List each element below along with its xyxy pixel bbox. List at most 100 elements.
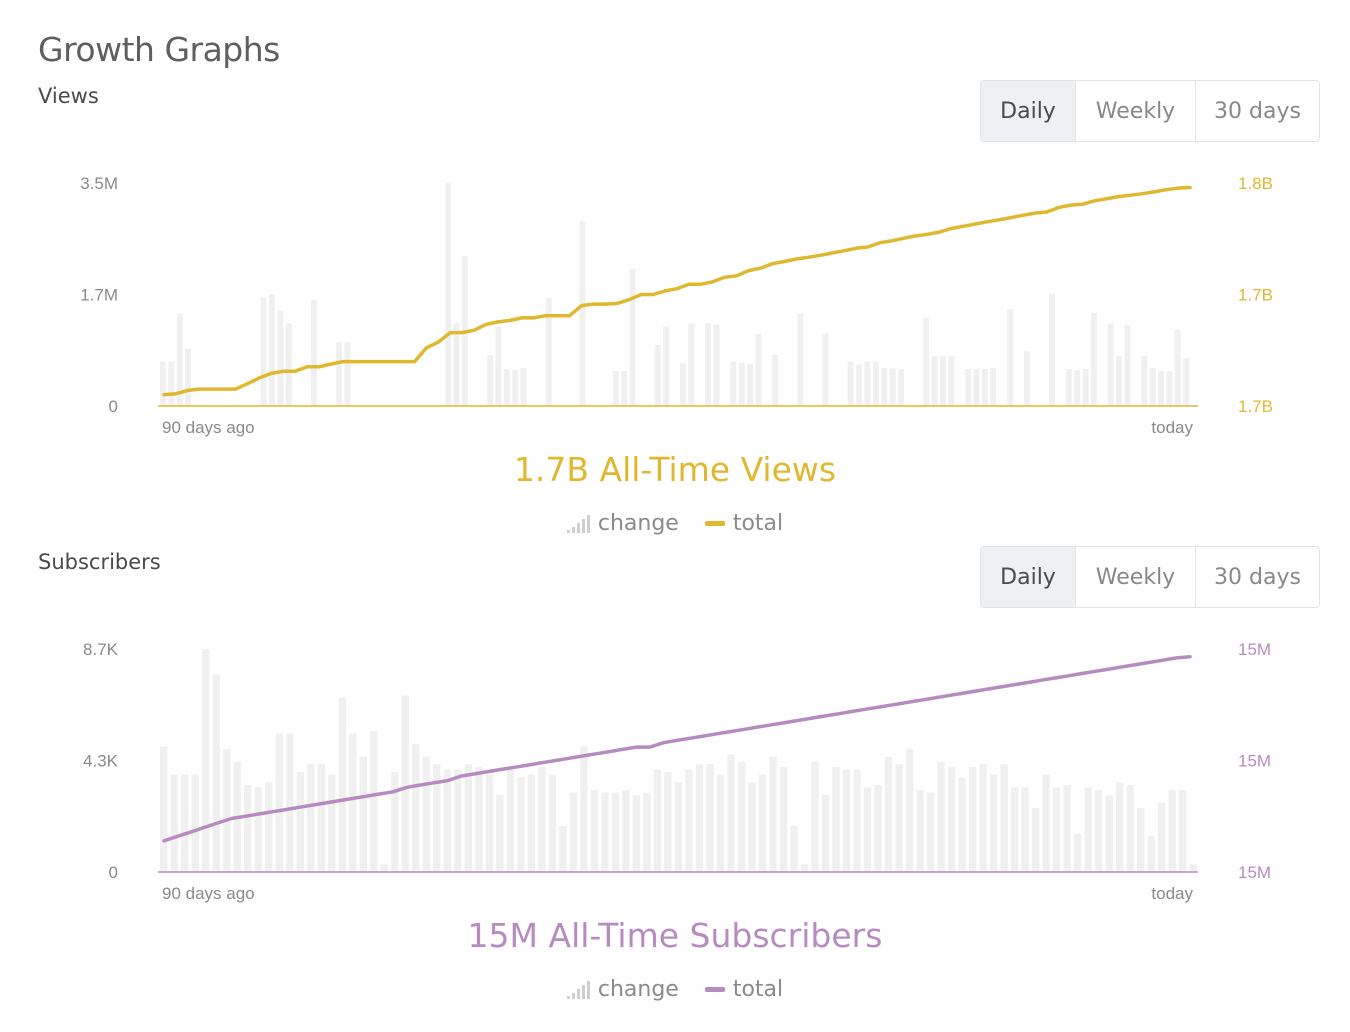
views-bar bbox=[344, 342, 351, 406]
views-bar bbox=[755, 334, 762, 406]
subscribers-bar bbox=[1084, 787, 1092, 872]
subscribers-bar bbox=[517, 777, 525, 872]
views-bar bbox=[1149, 367, 1156, 406]
subscribers-bar bbox=[968, 766, 977, 872]
subscribers-bar bbox=[286, 733, 294, 872]
views-bar bbox=[797, 313, 804, 406]
subscribers-bar bbox=[443, 769, 451, 872]
views-bar bbox=[1049, 293, 1055, 406]
subscribers-left-tick-label: 8.7K bbox=[83, 640, 119, 659]
views-bar bbox=[311, 300, 317, 406]
views-bar bbox=[948, 356, 955, 406]
subscribers-right-tick-label: 15M bbox=[1238, 640, 1271, 659]
subscribers-bar bbox=[475, 766, 483, 872]
views-bar bbox=[336, 342, 342, 406]
views-bar bbox=[1074, 370, 1081, 406]
subscribers-bar bbox=[737, 761, 746, 872]
views-all-time-total: 1.7B All-Time Views bbox=[513, 450, 837, 489]
views-bar bbox=[889, 368, 896, 406]
subscribers-range-weekly-button[interactable]: Weekly bbox=[1076, 547, 1196, 607]
views-bar bbox=[1174, 329, 1181, 406]
subscribers-bar bbox=[1137, 807, 1145, 872]
subscribers-bar bbox=[1116, 782, 1124, 872]
views-bar bbox=[847, 361, 854, 406]
subscribers-bar bbox=[307, 764, 315, 872]
views-bar bbox=[545, 297, 552, 406]
subscribers-bar bbox=[979, 764, 987, 872]
subscribers-bar bbox=[380, 864, 388, 872]
views-bar bbox=[747, 363, 753, 406]
views-bar bbox=[663, 326, 670, 406]
views-bar bbox=[160, 361, 166, 406]
views-legend-change[interactable]: change bbox=[566, 511, 679, 536]
subscribers-legend-change[interactable]: change bbox=[566, 977, 679, 1002]
views-bar bbox=[629, 269, 636, 406]
subscribers-bar bbox=[905, 749, 914, 872]
subscribers-right-tick-label: 15M bbox=[1238, 863, 1271, 882]
subscribers-bar bbox=[1010, 787, 1019, 872]
views-bar bbox=[856, 364, 862, 406]
legend-total-label: total bbox=[732, 511, 784, 536]
views-bar bbox=[612, 371, 619, 406]
subscribers-bar bbox=[370, 731, 378, 872]
views-right-tick-label: 1.8B bbox=[1238, 174, 1273, 193]
subscribers-bar bbox=[338, 697, 346, 872]
subscribers-bar bbox=[622, 790, 630, 872]
views-left-tick-label: 3.5M bbox=[80, 174, 118, 193]
views-bar bbox=[1065, 369, 1072, 406]
views-bar bbox=[277, 310, 284, 406]
views-bar bbox=[285, 323, 292, 406]
subscribers-bar bbox=[748, 782, 756, 872]
subscribers-bar bbox=[601, 792, 609, 872]
views-bar bbox=[579, 221, 586, 406]
views-bar bbox=[445, 183, 452, 406]
views-range-daily-button[interactable]: Daily bbox=[981, 81, 1076, 141]
views-bar bbox=[495, 326, 502, 406]
subscribers-bar bbox=[895, 764, 903, 872]
subscribers-bar bbox=[674, 782, 683, 872]
subscribers-right-tick-label: 15M bbox=[1238, 752, 1271, 771]
subscribers-bar bbox=[664, 772, 672, 872]
views-legend-total[interactable]: total bbox=[704, 511, 784, 536]
views-bar bbox=[981, 369, 988, 406]
subscribers-legend-total[interactable]: total bbox=[704, 977, 783, 1002]
subscribers-bar bbox=[328, 774, 336, 872]
subscribers-bar bbox=[496, 795, 504, 872]
subscribers-bar bbox=[769, 756, 777, 872]
subscribers-bar bbox=[265, 782, 273, 872]
subscribers-bar bbox=[874, 784, 882, 872]
views-range-30-days-button[interactable]: 30 days bbox=[1196, 81, 1319, 141]
subscribers-bar bbox=[716, 774, 725, 872]
subscribers-bar bbox=[1126, 784, 1134, 872]
legend-change-label: change bbox=[597, 511, 679, 536]
views-bar bbox=[487, 355, 493, 406]
views-range-toggle: Daily Weekly 30 days bbox=[980, 80, 1320, 142]
views-total-line bbox=[162, 185, 1192, 397]
views-left-tick-label: 0 bbox=[109, 397, 118, 416]
subscribers-bar bbox=[1031, 807, 1040, 872]
subscribers-bar bbox=[1073, 833, 1082, 872]
subscribers-range-30-days-button[interactable]: 30 days bbox=[1196, 547, 1319, 607]
views-bar bbox=[503, 369, 510, 406]
views-range-weekly-button[interactable]: Weekly bbox=[1076, 81, 1196, 141]
subscribers-bar bbox=[863, 787, 872, 872]
subscribers-bar bbox=[1168, 790, 1176, 872]
subscribers-bar bbox=[706, 764, 714, 872]
subscribers-bar bbox=[191, 774, 199, 872]
subscribers-bar bbox=[800, 864, 809, 872]
subscribers-bar bbox=[947, 766, 956, 872]
subscribers-bar bbox=[779, 766, 788, 872]
views-bar bbox=[713, 324, 720, 406]
views-bar bbox=[185, 348, 192, 406]
views-section-label: Views bbox=[38, 84, 99, 108]
views-bar bbox=[621, 371, 628, 406]
subscribers-left-tick-label: 0 bbox=[109, 863, 118, 882]
views-bar bbox=[822, 333, 829, 406]
views-bar bbox=[1183, 358, 1190, 406]
subscribers-bar bbox=[1052, 787, 1061, 872]
subscribers-left-tick-label: 4.3K bbox=[83, 752, 119, 771]
line-icon bbox=[704, 987, 725, 992]
subscribers-bar bbox=[989, 774, 998, 872]
subscribers-range-daily-button[interactable]: Daily bbox=[981, 547, 1076, 607]
subscribers-bar bbox=[569, 792, 578, 872]
